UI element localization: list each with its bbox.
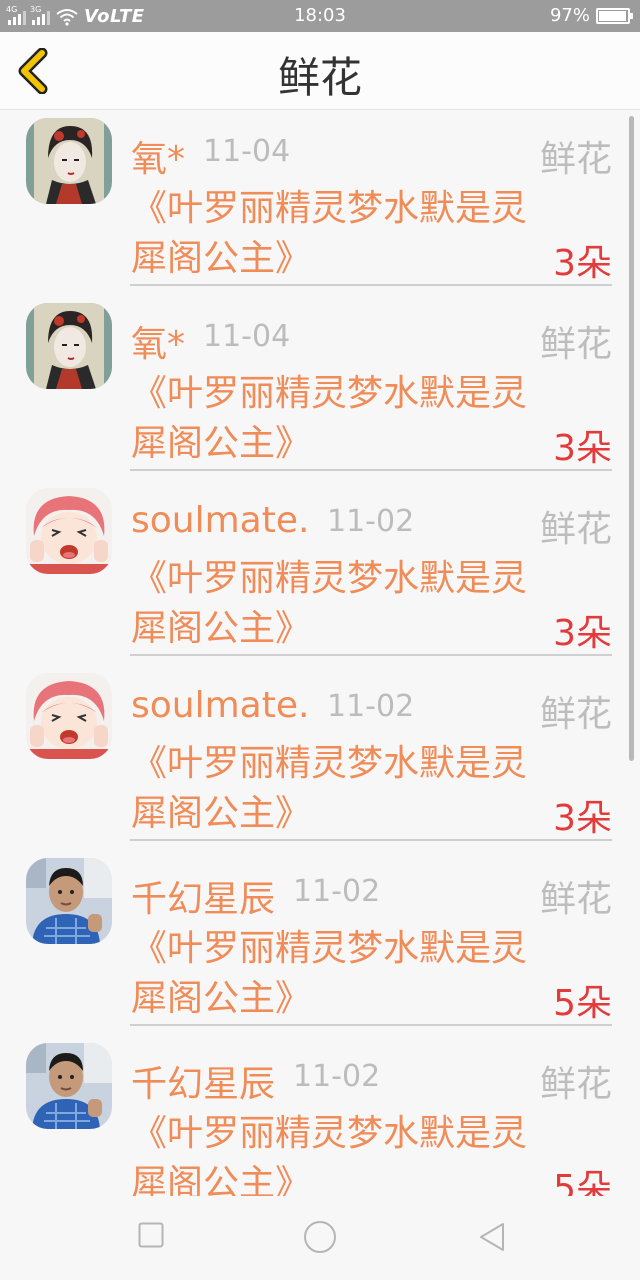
circle-icon[interactable] (303, 1220, 337, 1254)
divider (130, 469, 612, 471)
divider (130, 1024, 612, 1026)
gift-count: 3朵 (553, 613, 612, 654)
book-title[interactable]: 《叶罗丽精灵梦水默是灵犀阁公主》 (131, 184, 531, 284)
gift-type-label: 鲜花 (539, 1064, 612, 1105)
gift-count: 3朵 (553, 428, 612, 469)
user-name[interactable]: 千幻星辰 (131, 870, 275, 922)
gift-type-label: 鲜花 (539, 509, 612, 550)
book-title[interactable]: 《叶罗丽精灵梦水默是灵犀阁公主》 (131, 1109, 531, 1209)
gift-list: 氧* 11-04 鲜花 《叶罗丽精灵梦水默是灵犀阁公主》 3朵 氧* 11-04 鲜花 《叶罗丽… (0, 110, 640, 1220)
book-title[interactable]: 《叶罗丽精灵梦水默是灵犀阁公主》 (131, 369, 531, 469)
battery-icon (596, 7, 633, 24)
item-date: 11-02 (293, 1059, 381, 1094)
list-item[interactable]: 氧* 11-04 鲜花 《叶罗丽精灵梦水默是灵犀阁公主》 3朵 (0, 295, 640, 480)
book-title[interactable]: 《叶罗丽精灵梦水默是灵犀阁公主》 (131, 739, 531, 839)
nav-bar: 鲜花 (0, 32, 640, 110)
gift-count: 3朵 (553, 243, 612, 284)
gift-count: 5朵 (553, 983, 612, 1024)
list-item[interactable]: soulmate. 11-02 鲜花 《叶罗丽精灵梦水默是灵犀阁公主》 3朵 (0, 480, 640, 665)
list-item[interactable]: soulmate. 11-02 鲜花 《叶罗丽精灵梦水默是灵犀阁公主》 3朵 (0, 665, 640, 850)
item-date: 11-04 (203, 134, 291, 169)
avatar[interactable] (26, 673, 112, 759)
gift-type-label: 鲜花 (539, 324, 612, 365)
divider (130, 839, 612, 841)
user-name[interactable]: soulmate. (131, 500, 309, 541)
user-name[interactable]: 氧* (131, 130, 185, 182)
divider (130, 284, 612, 286)
avatar[interactable] (26, 303, 112, 389)
system-nav-bar (0, 1196, 640, 1280)
gift-type-label: 鲜花 (539, 879, 612, 920)
list-item[interactable]: 氧* 11-04 鲜花 《叶罗丽精灵梦水默是灵犀阁公主》 3朵 (0, 110, 640, 295)
list-item[interactable]: 千幻星辰 11-02 鲜花 《叶罗丽精灵梦水默是灵犀阁公主》 5朵 (0, 850, 640, 1035)
user-name[interactable]: 千幻星辰 (131, 1055, 275, 1107)
item-date: 11-02 (327, 689, 415, 724)
avatar[interactable] (26, 118, 112, 204)
list-item[interactable]: 千幻星辰 11-02 鲜花 《叶罗丽精灵梦水默是灵犀阁公主》 5朵 (0, 1035, 640, 1220)
status-bar: 4G 3G VoLTE 18:03 97% (0, 0, 640, 32)
user-name[interactable]: 氧* (131, 315, 185, 367)
item-date: 11-04 (203, 319, 291, 354)
divider (130, 654, 612, 656)
status-right: 97% (549, 5, 633, 26)
avatar[interactable] (26, 858, 112, 944)
scrollbar[interactable] (629, 116, 634, 761)
book-title[interactable]: 《叶罗丽精灵梦水默是灵犀阁公主》 (131, 554, 531, 654)
item-date: 11-02 (327, 504, 415, 539)
avatar[interactable] (26, 1043, 112, 1129)
gift-count: 3朵 (553, 798, 612, 839)
page-title: 鲜花 (277, 53, 362, 102)
gift-type-label: 鲜花 (539, 694, 612, 735)
clock: 18:03 (294, 5, 346, 26)
gift-type-label: 鲜花 (539, 139, 612, 180)
book-title[interactable]: 《叶罗丽精灵梦水默是灵犀阁公主》 (131, 924, 531, 1024)
square-icon[interactable] (138, 1222, 164, 1248)
avatar[interactable] (26, 488, 112, 574)
user-name[interactable]: soulmate. (131, 685, 309, 726)
triangle-back-icon[interactable] (478, 1222, 506, 1252)
battery-percent: 97% (549, 5, 590, 26)
item-date: 11-02 (293, 874, 381, 909)
